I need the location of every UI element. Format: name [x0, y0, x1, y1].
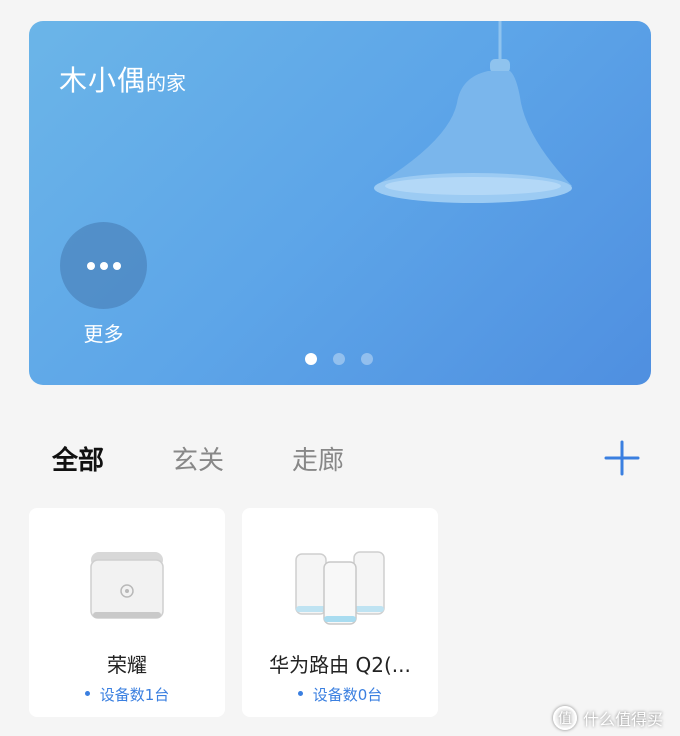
device-card[interactable]: 荣耀 设备数1台: [29, 508, 225, 717]
lamp-illustration: [374, 21, 572, 203]
router-box-icon: [90, 552, 164, 619]
page-dot-1: [305, 353, 317, 365]
more-button[interactable]: [60, 222, 147, 309]
page-dot-2: [333, 353, 345, 365]
home-title: 木小偶的家: [59, 59, 186, 99]
tab-all[interactable]: 全部: [52, 440, 104, 477]
mesh-router-icon: [295, 551, 385, 625]
more-dot: [99, 261, 108, 270]
device-count: 设备数0台: [242, 684, 438, 705]
plus-icon[interactable]: [604, 440, 640, 476]
more-dot: [86, 261, 95, 270]
device-name: 华为路由 Q2(...: [269, 653, 411, 677]
device-card[interactable]: 华为路由 Q2(... 设备数0台: [242, 508, 438, 717]
tab-entrance[interactable]: 玄关: [172, 440, 224, 477]
device-count-text: 设备数1台: [99, 686, 170, 704]
watermark: 值 什么值得买: [553, 706, 663, 730]
home-name: 木小偶: [59, 64, 147, 97]
page-indicator: [305, 353, 373, 365]
device-name: 荣耀: [107, 653, 147, 677]
tab-hallway[interactable]: 走廊: [292, 440, 344, 477]
device-count: 设备数1台: [29, 684, 225, 705]
status-dot: [84, 691, 90, 696]
more-label: 更多: [83, 322, 124, 346]
home-suffix: 的家: [146, 71, 187, 95]
home-banner[interactable]: 木小偶的家 更多: [29, 21, 651, 385]
page-dot-3: [361, 353, 373, 365]
more-dot: [112, 261, 121, 270]
watermark-logo-icon: 值: [553, 706, 577, 730]
device-count-text: 设备数0台: [312, 686, 383, 704]
status-dot: [297, 691, 303, 696]
room-tabs: 全部 玄关 走廊: [0, 436, 680, 480]
watermark-text: 什么值得买: [583, 710, 664, 729]
